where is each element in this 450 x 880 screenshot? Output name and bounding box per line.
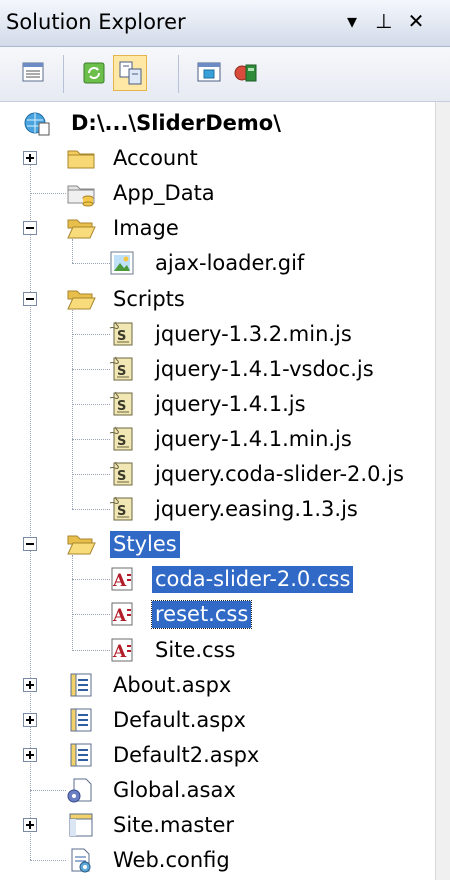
svg-text:A: A bbox=[112, 571, 127, 591]
js-file-icon: S bbox=[108, 390, 138, 422]
toolbar-separator bbox=[178, 55, 179, 93]
auto-hide-pin-button[interactable]: ⊥ bbox=[372, 8, 396, 34]
tree-node-label: Web.config bbox=[113, 848, 230, 873]
nest-files-icon bbox=[119, 61, 142, 85]
tree-node-jquery-1-4-1-min-js[interactable]: Sjquery-1.4.1.min.js bbox=[0, 422, 436, 457]
tree-node-jquery-coda-slider-2-0-js[interactable]: Sjquery.coda-slider-2.0.js bbox=[0, 457, 436, 492]
tree-node-label: jquery-1.4.1.min.js bbox=[155, 426, 352, 451]
tree-node-ajax-loader-gif[interactable]: ajax-loader.gif bbox=[0, 246, 436, 281]
tree-node-label: jquery.easing.1.3.js bbox=[155, 497, 358, 522]
tree-node-label: D:\...\SliderDemo\ bbox=[71, 111, 281, 135]
app-data-folder-icon bbox=[66, 179, 96, 211]
tree-node-web-config[interactable]: Web.config bbox=[0, 843, 436, 878]
folder-icon bbox=[66, 144, 96, 176]
nest-related-files-button[interactable] bbox=[113, 55, 147, 91]
collapse-icon[interactable] bbox=[23, 291, 37, 306]
collapse-icon[interactable] bbox=[23, 221, 37, 236]
tree-node-label: Account bbox=[113, 146, 198, 171]
tree-node-label: Image bbox=[113, 216, 179, 241]
css-file-icon: A bbox=[108, 565, 138, 597]
view-designer-icon bbox=[197, 62, 221, 82]
tree-node-label: Global.asax bbox=[113, 777, 236, 802]
tree-node-reset-css[interactable]: Areset.css bbox=[0, 597, 436, 632]
css-file-icon: A bbox=[108, 600, 138, 632]
tree-node-coda-slider-2-0-css[interactable]: Acoda-slider-2.0.css bbox=[0, 562, 436, 597]
folder-open-icon bbox=[66, 530, 96, 562]
tree-node-scripts[interactable]: Scripts bbox=[0, 282, 436, 317]
tree-node-label: Default2.aspx bbox=[113, 742, 260, 767]
toolbar bbox=[0, 47, 450, 102]
folder-open-icon bbox=[66, 214, 96, 246]
tree-node-label: jquery-1.3.2.min.js bbox=[155, 321, 352, 346]
css-file-icon: A bbox=[108, 636, 138, 668]
vertical-scrollbar[interactable] bbox=[435, 102, 450, 880]
tree-node-label: Styles bbox=[110, 531, 180, 559]
view-designer-button[interactable] bbox=[191, 55, 225, 91]
expand-icon[interactable] bbox=[23, 677, 37, 692]
tree-node-default-aspx[interactable]: Default.aspx bbox=[0, 703, 436, 738]
js-file-icon: S bbox=[108, 460, 138, 492]
config-file-icon bbox=[66, 846, 96, 878]
tree-node-jquery-1-3-2-min-js[interactable]: Sjquery-1.3.2.min.js bbox=[0, 317, 436, 352]
js-file-icon: S bbox=[108, 425, 138, 457]
js-file-icon: S bbox=[108, 495, 138, 527]
expand-icon[interactable] bbox=[23, 747, 37, 762]
tree-node-site-css[interactable]: A Site.css bbox=[0, 633, 436, 668]
tree-node-image[interactable]: Image bbox=[0, 211, 436, 246]
tree-node-label: Site.master bbox=[113, 813, 235, 837]
aspx-file-icon bbox=[66, 741, 96, 773]
tree-node-label: Default.aspx bbox=[113, 707, 246, 732]
properties-button[interactable] bbox=[16, 55, 50, 91]
web-project-icon bbox=[22, 109, 52, 141]
tree-node-label: jquery-1.4.1.js bbox=[155, 391, 306, 416]
expand-icon[interactable] bbox=[23, 818, 37, 832]
properties-icon bbox=[22, 62, 44, 82]
expand-icon[interactable] bbox=[23, 712, 37, 727]
tree-node-label: jquery-1.4.1-vsdoc.js bbox=[155, 356, 374, 381]
expand-icon[interactable] bbox=[23, 151, 37, 166]
tree-node-label: Site.css bbox=[155, 637, 236, 662]
image-file-icon bbox=[108, 249, 138, 281]
global-asax-icon bbox=[66, 776, 96, 808]
folder-open-icon bbox=[66, 285, 96, 317]
window-position-dropdown[interactable]: ▾ bbox=[340, 8, 364, 34]
title-bar: Solution Explorer ▾ ⊥ ✕ bbox=[0, 0, 450, 47]
svg-text:A: A bbox=[112, 606, 127, 626]
tree-node-label: jquery.coda-slider-2.0.js bbox=[155, 462, 404, 486]
tree-node-label: ajax-loader.gif bbox=[155, 251, 305, 276]
copy-website-button[interactable] bbox=[228, 55, 262, 91]
js-file-icon: S bbox=[108, 320, 138, 352]
tree-node-label: coda-slider-2.0.css bbox=[152, 566, 354, 594]
aspx-file-icon bbox=[66, 706, 96, 738]
tree-node-jquery-1-4-1-vsdoc-js[interactable]: Sjquery-1.4.1-vsdoc.js bbox=[0, 352, 436, 387]
close-button[interactable]: ✕ bbox=[404, 8, 428, 34]
tree-node-app-data[interactable]: App_Data bbox=[0, 176, 436, 211]
js-file-icon: S bbox=[108, 355, 138, 387]
window-title: Solution Explorer bbox=[6, 10, 186, 34]
aspx-file-icon bbox=[66, 671, 96, 703]
tree-node-site-master[interactable]: Site.master bbox=[0, 808, 436, 843]
svg-text:A: A bbox=[112, 642, 127, 662]
master-page-icon bbox=[66, 811, 96, 843]
refresh-button[interactable] bbox=[76, 55, 110, 91]
solution-tree[interactable]: D:\...\SliderDemo\ Account App_Data Image aj… bbox=[0, 102, 436, 880]
tree-node-about-aspx[interactable]: About.aspx bbox=[0, 668, 436, 703]
tree-node-label: reset.css bbox=[150, 600, 253, 630]
tree-node-label: Scripts bbox=[113, 286, 185, 311]
copy-website-icon bbox=[234, 64, 257, 82]
tree-node-jquery-easing-1-3-js[interactable]: Sjquery.easing.1.3.js bbox=[0, 492, 436, 527]
tree-node-default2-aspx[interactable]: Default2.aspx bbox=[0, 738, 436, 773]
tree-node-d-sliderdemo[interactable]: D:\...\SliderDemo\ bbox=[0, 106, 436, 141]
tree-node-jquery-1-4-1-js[interactable]: Sjquery-1.4.1.js bbox=[0, 387, 436, 422]
tree-node-label: App_Data bbox=[113, 181, 215, 206]
collapse-icon[interactable] bbox=[23, 537, 37, 552]
tree-node-account[interactable]: Account bbox=[0, 141, 436, 176]
toolbar-separator bbox=[63, 55, 64, 93]
tree-node-label: About.aspx bbox=[113, 672, 232, 697]
refresh-icon bbox=[83, 62, 105, 84]
tree-node-styles[interactable]: Styles bbox=[0, 527, 436, 562]
tree-node-global-asax[interactable]: Global.asax bbox=[0, 773, 436, 808]
